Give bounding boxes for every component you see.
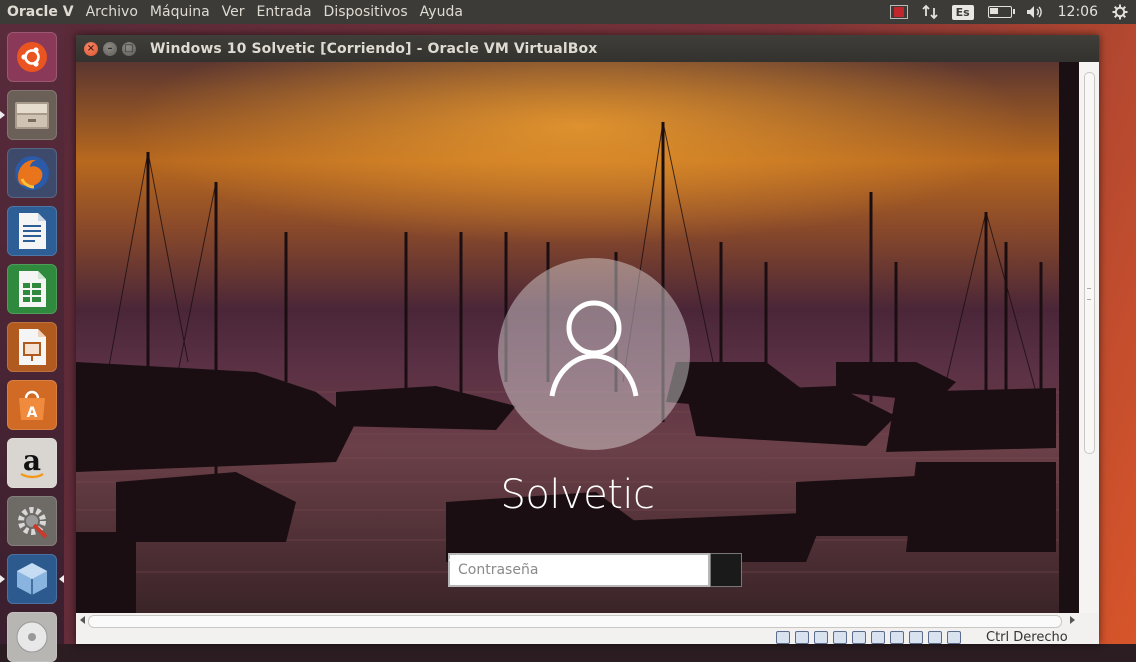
system-settings-icon[interactable] <box>7 496 57 546</box>
menu-maquina[interactable]: Máquina <box>144 4 216 20</box>
login-username: Solvetic <box>500 472 655 518</box>
vertical-scrollbar[interactable] <box>1079 62 1099 613</box>
network-icon[interactable] <box>921 4 938 20</box>
keyboard-capture-icon[interactable] <box>947 631 961 644</box>
scroll-left-arrow-icon[interactable] <box>80 616 85 624</box>
hard-disk-icon[interactable] <box>776 631 790 644</box>
panel-indicators: Es 12:06 <box>889 0 1136 24</box>
usb-icon[interactable] <box>833 631 847 644</box>
gear-icon[interactable] <box>1112 4 1128 20</box>
minimize-button[interactable]: – <box>103 41 117 56</box>
video-capture-icon[interactable] <box>890 631 904 644</box>
mouse-integration-icon[interactable] <box>928 631 942 644</box>
virtualization-icon[interactable] <box>909 631 923 644</box>
vm-statusbar: Ctrl Derecho <box>76 630 1099 645</box>
svg-text:a: a <box>23 444 41 477</box>
libreoffice-writer-icon[interactable] <box>7 206 57 256</box>
scroll-grip <box>1087 288 1091 300</box>
close-button[interactable]: × <box>84 41 98 56</box>
optical-drive-icon[interactable] <box>795 631 809 644</box>
status-icons <box>776 631 961 644</box>
active-indicator <box>59 575 64 583</box>
display-icon[interactable] <box>871 631 885 644</box>
vertical-scroll-thumb[interactable] <box>1084 72 1095 454</box>
record-indicator-icon[interactable] <box>889 5 908 19</box>
libreoffice-impress-icon[interactable] <box>7 322 57 372</box>
svg-text:A: A <box>27 405 38 421</box>
menu-archivo[interactable]: Archivo <box>80 4 144 20</box>
maximize-button[interactable]: □ <box>122 41 136 56</box>
keyboard-layout-indicator[interactable]: Es <box>951 4 974 20</box>
vm-display[interactable]: Solvetic <box>76 62 1079 613</box>
shared-folders-icon[interactable] <box>852 631 866 644</box>
arrow-right-icon <box>449 554 464 566</box>
menu-ver[interactable]: Ver <box>216 4 251 20</box>
firefox-icon[interactable] <box>7 148 57 198</box>
app-name: Oracle V <box>7 4 74 20</box>
launcher: A a <box>0 24 64 662</box>
running-indicator <box>0 575 5 583</box>
horizontal-scrollbar[interactable] <box>76 613 1079 631</box>
horizontal-scroll-thumb[interactable] <box>88 615 1062 628</box>
battery-icon[interactable] <box>987 6 1015 18</box>
virtualbox-icon[interactable] <box>7 554 57 604</box>
virtualbox-window: × – □ Windows 10 Solvetic [Corriendo] - … <box>76 35 1099 645</box>
ubuntu-dash-icon[interactable] <box>7 32 57 82</box>
menu-ayuda[interactable]: Ayuda <box>414 4 469 20</box>
top-panel: Oracle V Archivo Máquina Ver Entrada Dis… <box>0 0 1136 24</box>
network-adapter-icon[interactable] <box>814 631 828 644</box>
submit-arrow-button[interactable] <box>449 553 742 587</box>
window-titlebar[interactable]: × – □ Windows 10 Solvetic [Corriendo] - … <box>76 35 1099 62</box>
user-icon <box>549 300 639 397</box>
files-icon[interactable] <box>7 90 57 140</box>
ubuntu-software-icon[interactable]: A <box>7 380 57 430</box>
password-form <box>448 553 742 587</box>
running-indicator <box>0 111 5 119</box>
volume-icon[interactable] <box>1026 5 1044 19</box>
window-title: Windows 10 Solvetic [Corriendo] - Oracle… <box>150 40 598 57</box>
scroll-right-arrow-icon[interactable] <box>1070 616 1075 624</box>
password-input[interactable] <box>448 553 710 587</box>
dvd-icon[interactable] <box>7 612 57 662</box>
host-key-label: Ctrl Derecho <box>986 630 1068 645</box>
libreoffice-calc-icon[interactable] <box>7 264 57 314</box>
menu-dispositivos[interactable]: Dispositivos <box>318 4 414 20</box>
menu-entrada[interactable]: Entrada <box>251 4 318 20</box>
clock[interactable]: 12:06 <box>1058 4 1098 20</box>
amazon-icon[interactable]: a <box>7 438 57 488</box>
user-avatar <box>498 258 690 450</box>
